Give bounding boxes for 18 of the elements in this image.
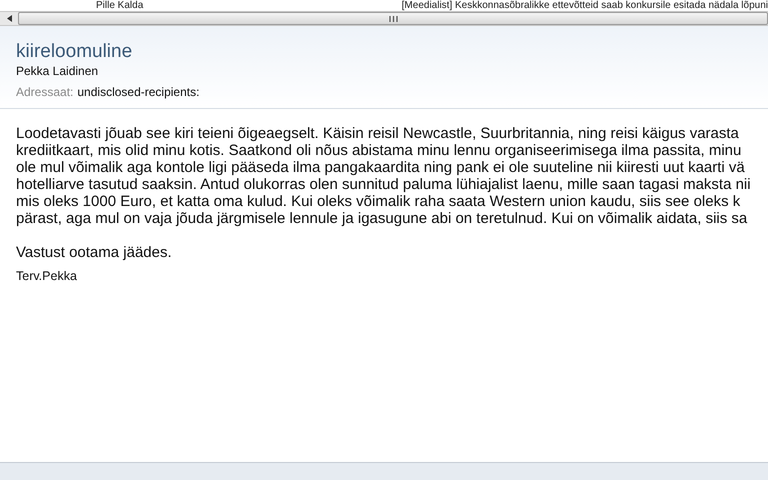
message-subject: [Meedialist] Keskkonnasõbralikke ettevõtteid saab konkursile esitada nädala lõpuni: [402, 0, 768, 11]
recipients-value: undisclosed-recipients:: [77, 85, 200, 100]
body-text-line: Loodetavasti jõuab see kiri teieni õigeaegselt. Käisin reisil Newcastle, Suurbritannia, ning reisi käigus varasta: [16, 125, 739, 142]
horizontal-scrollbar[interactable]: [0, 11, 768, 26]
body-text-line: hotelliarve tasutud saaksin. Antud olukorras olen sunnitud paluma lühiajalist laenu, mille saan tagasi maksta nii: [16, 176, 751, 193]
left-arrow-icon: [6, 15, 12, 22]
scrollbar-thumb[interactable]: [18, 12, 768, 25]
signature: Terv.Pekka: [16, 269, 78, 284]
closing-line: Vastust ootama jäädes.: [16, 244, 173, 261]
body-text-line: ole mul võimalik aga kontole ligi pääseda ilma pangakaardita ning pank ei ole suuteline nii kiiresti uut kaarti vä: [16, 159, 745, 176]
message-sender: Pille Kalda: [96, 0, 144, 11]
sender-name: Pekka Laidinen: [16, 64, 100, 79]
grip-icon: [388, 16, 398, 22]
message-subject-heading: kiireloomuline: [16, 40, 134, 64]
body-text-line: krediitkaart, mis olid minu kotis. Saatkond oli nõus abistama minu lennu organiseerimisega ilma passita, minu: [16, 142, 742, 159]
recipients-label: Adressaat:: [16, 85, 74, 100]
body-text-line: mis oleks 1000 Euro, et katta oma kulud. Kui oleks võimalik raha saata Western union kaudu, siis see oleks k: [16, 193, 740, 210]
body-text-line: pärast, aga mul on vaja jõuda järgmisele lennule ja igasugune abi on teretulnud. Kui on võimalik aidata, siis sa: [16, 210, 748, 227]
